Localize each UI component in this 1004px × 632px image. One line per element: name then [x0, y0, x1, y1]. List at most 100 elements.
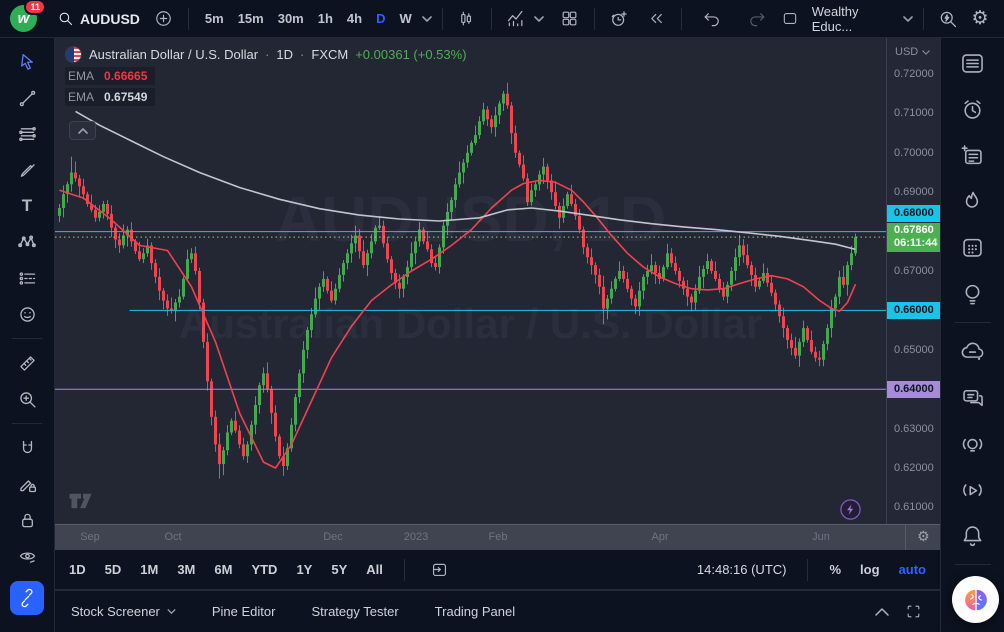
eye-icon [17, 546, 38, 567]
legend-title-row[interactable]: Australian Dollar / U.S. Dollar · 1D · F… [65, 44, 467, 64]
divider [491, 8, 492, 30]
goto-date-button[interactable] [426, 556, 454, 584]
hide-all-drawings-tool[interactable] [13, 542, 41, 570]
compare-add-button[interactable] [150, 5, 178, 33]
auto-scale-toggle[interactable]: auto [899, 562, 926, 577]
xabcd-pattern-tool[interactable] [13, 228, 41, 256]
interval-4h[interactable]: 4h [347, 11, 362, 26]
interval-menu-chevron[interactable] [422, 16, 432, 22]
indicator-value: 0.67549 [104, 90, 147, 104]
axis-gear-icon: ⚙ [917, 528, 930, 544]
trend-line-tool[interactable] [13, 84, 41, 112]
bar-replay-button[interactable] [643, 5, 671, 33]
instant-trading-button[interactable] [839, 498, 862, 521]
candle-style-button[interactable] [453, 5, 481, 33]
time-tick: 2023 [404, 531, 428, 543]
layout-save-checkbox[interactable] [776, 5, 804, 33]
clock-utc[interactable]: 14:48:16 (UTC) [697, 562, 787, 577]
tab-trading-panel[interactable]: Trading Panel [435, 604, 515, 619]
alert-button[interactable] [605, 5, 633, 33]
redo-button[interactable] [744, 5, 772, 33]
notification-badge: 11 [24, 0, 46, 15]
cursor-icon [17, 52, 38, 73]
streams-button[interactable] [959, 476, 986, 503]
watchlist-button[interactable] [959, 50, 986, 77]
zoom-in-tool[interactable] [13, 385, 41, 413]
cursor-tool[interactable] [13, 48, 41, 76]
time-scale-settings-button[interactable]: ⚙ [917, 529, 930, 543]
time-scale[interactable]: SepOctDec2023FebAprJun ⚙ [55, 524, 940, 550]
indicator-templates-chevron[interactable] [534, 16, 544, 22]
log-scale-toggle[interactable]: log [860, 562, 880, 577]
fib-retracement-tool[interactable] [13, 120, 41, 148]
interval-5m[interactable]: 5m [205, 11, 224, 26]
price-tick: 0.65000 [894, 344, 934, 356]
range-5d[interactable]: 5D [105, 562, 122, 577]
forecast-tool[interactable] [13, 264, 41, 292]
range-5y[interactable]: 5Y [331, 562, 347, 577]
tab-strategy-tester[interactable]: Strategy Tester [311, 604, 398, 619]
tradingview-logo[interactable] [67, 490, 97, 510]
chart-pane[interactable]: AUDUSD, 1D Australian Dollar / U.S. Doll… [55, 38, 886, 524]
symbol-search-button[interactable]: AUDUSD [51, 4, 146, 34]
interval-30m[interactable]: 30m [278, 11, 304, 26]
lock-all-drawings-tool[interactable] [13, 506, 41, 534]
chevron-down-icon [167, 609, 176, 614]
tab-stock-screener[interactable]: Stock Screener [71, 604, 176, 619]
app-logo[interactable]: w 11 [10, 5, 37, 32]
magnet-tool[interactable] [13, 434, 41, 462]
sidebar-divider [955, 322, 991, 323]
calendar-button[interactable] [959, 234, 986, 261]
range-6m[interactable]: 6M [214, 562, 232, 577]
tab-pine-editor[interactable]: Pine Editor [212, 604, 276, 619]
range-all[interactable]: All [366, 562, 383, 577]
range-1d[interactable]: 1D [69, 562, 86, 577]
emoji-tool[interactable] [13, 300, 41, 328]
square-checkbox-icon [781, 10, 799, 27]
notifications-button[interactable] [959, 522, 986, 549]
hotlists-button[interactable] [959, 188, 986, 215]
data-window-button[interactable] [959, 142, 986, 169]
candlestick-chart[interactable] [55, 38, 886, 524]
minds-button[interactable] [959, 338, 986, 365]
last-price-label: 0.6786006:11:44 [887, 223, 941, 252]
price-scale-currency[interactable]: USD [895, 46, 930, 58]
text-tool[interactable]: T [13, 192, 41, 220]
interval-1d[interactable]: D [376, 11, 385, 26]
divider [404, 559, 405, 581]
calendar-dots-icon [959, 234, 986, 261]
brush-tool[interactable] [13, 156, 41, 184]
indicator-row-ema-2[interactable]: EMA 0.67549 [65, 88, 155, 106]
ai-assistant-button[interactable] [952, 576, 999, 623]
range-1m[interactable]: 1M [140, 562, 158, 577]
chat-button[interactable] [959, 384, 986, 411]
indicators-button[interactable] [502, 5, 530, 33]
live-ideas-button[interactable] [959, 430, 986, 457]
panel-expand-button[interactable] [875, 607, 889, 616]
indicator-row-ema-1[interactable]: EMA 0.66665 [65, 67, 155, 85]
interval-switcher: 5m 15m 30m 1h 4h D W [199, 11, 418, 26]
layout-menu-chevron[interactable] [903, 16, 913, 22]
calendar-goto-icon [430, 560, 449, 579]
range-ytd[interactable]: YTD [251, 562, 277, 577]
interval-1h[interactable]: 1h [318, 11, 333, 26]
layout-grid-button[interactable] [556, 5, 584, 33]
quick-search-button[interactable] [934, 5, 962, 33]
range-1y[interactable]: 1Y [296, 562, 312, 577]
undo-button[interactable] [698, 5, 726, 33]
percent-scale-toggle[interactable]: % [829, 562, 841, 577]
settings-button[interactable]: ⚙ [966, 5, 994, 33]
interval-15m[interactable]: 15m [238, 11, 264, 26]
drawing-mode-tool[interactable] [13, 470, 41, 498]
quick-search-icon [938, 9, 958, 29]
panel-fullscreen-button[interactable] [905, 603, 922, 620]
measure-tool[interactable] [13, 349, 41, 377]
ideas-button[interactable] [959, 280, 986, 307]
sync-drawings-button[interactable] [10, 581, 44, 615]
interval-1w[interactable]: W [399, 11, 411, 26]
alerts-button[interactable] [959, 96, 986, 123]
layout-name[interactable]: Wealthy Educ... [812, 4, 895, 34]
range-3m[interactable]: 3M [177, 562, 195, 577]
price-scale[interactable]: USD 0.720000.710000.700000.690000.670000… [886, 38, 940, 524]
legend-collapse-button[interactable] [69, 121, 96, 140]
